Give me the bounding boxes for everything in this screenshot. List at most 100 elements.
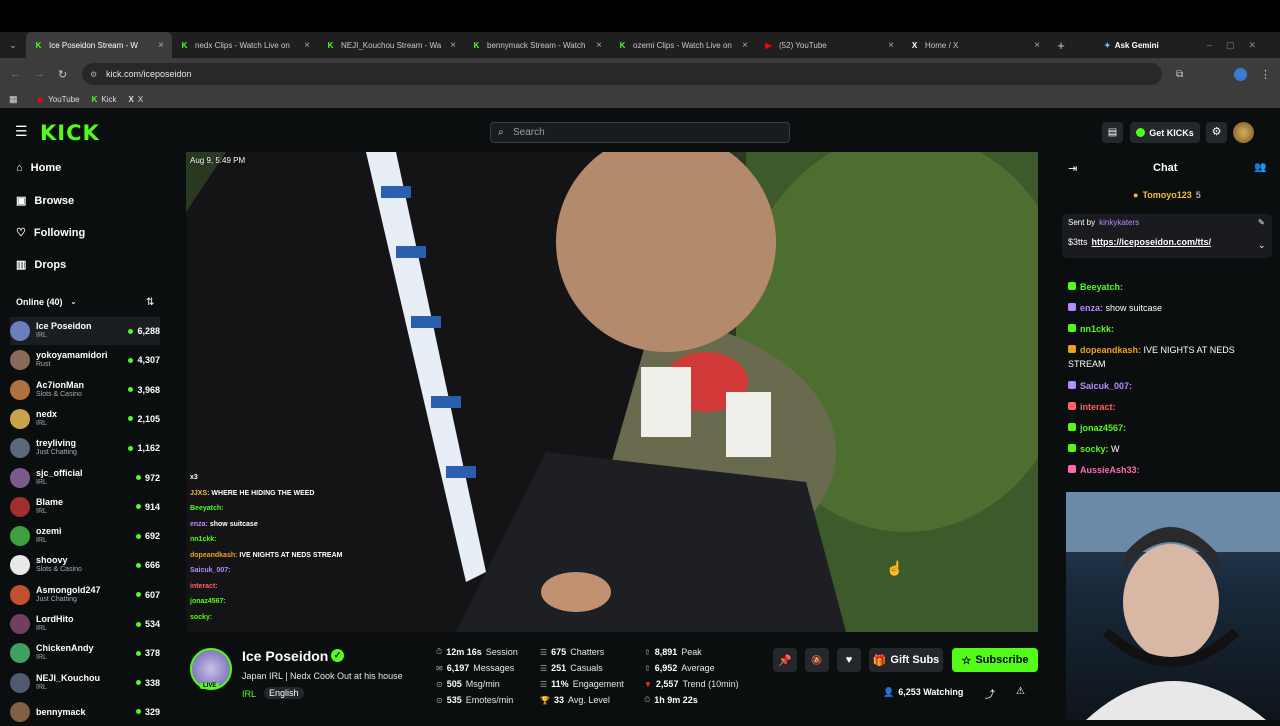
chat-username[interactable]: AussieAsh33: [1080, 465, 1140, 475]
chat-username[interactable]: enza: [1080, 303, 1103, 313]
channel-avatar [10, 643, 30, 664]
tab-close-icon[interactable]: × [158, 40, 164, 51]
followed-channel[interactable]: sjc_official IRL 972 [10, 464, 160, 492]
chat-users-icon[interactable]: 👥 [1254, 162, 1266, 173]
chat-message[interactable]: AussieAsh33: [1068, 463, 1273, 477]
chat-username[interactable]: Saicuk_007: [1080, 381, 1132, 391]
menu-icon[interactable]: ⋮ [1260, 68, 1271, 81]
tab-list-chevron-icon[interactable]: ⌄ [0, 40, 26, 51]
mute-notifications-button[interactable]: 🔕 [805, 648, 829, 672]
browser-tab[interactable]: Kbennymack Stream - Watch × [464, 32, 610, 58]
back-icon[interactable]: ← [10, 68, 21, 80]
chat-username[interactable]: nn1ckk: [1080, 324, 1114, 334]
chat-username[interactable]: dopeandkash: [1080, 345, 1141, 355]
tab-close-icon[interactable]: × [450, 40, 456, 51]
hamburger-menu-icon[interactable]: ☰ [15, 123, 28, 140]
sidebar-nav-following[interactable]: ♡ Following [16, 226, 85, 240]
gemini-button[interactable]: ✦ Ask Gemini [1104, 41, 1159, 50]
browser-tab[interactable]: Knedx Clips - Watch Live on × [172, 32, 318, 58]
pin-button[interactable]: 📌 [773, 648, 797, 672]
stream-stat: ⇧ 6,952 Average [644, 663, 715, 673]
tab-close-icon[interactable]: × [1034, 40, 1040, 51]
browser-tab[interactable]: ▶ (52) YouTube × [756, 32, 902, 58]
search-input[interactable]: ⌕ Search [490, 122, 790, 143]
bookmark-kick[interactable]: K Kick [92, 95, 117, 104]
followed-channel[interactable]: bennymack 329 [10, 698, 160, 726]
share-icon[interactable]: ⤴ [985, 686, 995, 701]
gift-subs-button[interactable]: 🎁 Gift Subs [869, 648, 943, 672]
extensions-icon[interactable]: ⧉ [1176, 69, 1183, 80]
url-field[interactable]: ⚙ kick.com/iceposeidon [82, 63, 1162, 85]
tab-close-icon[interactable]: × [304, 40, 310, 51]
kick-logo[interactable]: KICK [40, 121, 100, 145]
new-tab-button[interactable]: + [1048, 38, 1074, 53]
tab-close-icon[interactable]: × [742, 40, 748, 51]
followed-channel[interactable]: yokoyamamidori Rust 4,307 [10, 346, 160, 374]
browser-tab[interactable]: Kozemi Clips - Watch Live on × [610, 32, 756, 58]
chat-message[interactable]: enza: show suitcase [1068, 301, 1273, 315]
tts-link[interactable]: https://iceposeidon.com/tts/ [1092, 237, 1212, 247]
followed-channel[interactable]: Ac7ionMan Slots & Casino 3,968 [10, 376, 160, 404]
get-kicks-button[interactable]: Get KICKs [1130, 122, 1200, 143]
viewer-count-text: 2,105 [137, 413, 160, 424]
sidebar-nav-browse[interactable]: ▣ Browse [16, 194, 74, 208]
report-icon[interactable]: ⚠ [1016, 686, 1025, 697]
subscribe-button[interactable]: ☆ Subscribe [952, 648, 1038, 672]
stat-label: Messages [473, 663, 515, 673]
followed-channel[interactable]: ChickenAndy IRL 378 [10, 639, 160, 667]
chat-message[interactable]: jonaz4567: [1068, 421, 1273, 435]
user-avatar[interactable] [1233, 122, 1254, 143]
apps-grid-icon[interactable]: ▦ [9, 94, 18, 105]
tab-close-icon[interactable]: × [888, 40, 894, 51]
profile-avatar[interactable] [1234, 67, 1247, 81]
chat-username[interactable]: interact: [1080, 402, 1116, 412]
unpin-icon[interactable]: ✎ [1258, 218, 1265, 227]
followed-channel[interactable]: Blame IRL 914 [10, 493, 160, 521]
followed-channel[interactable]: Ice Poseidon IRL 6,288 [10, 317, 160, 345]
chat-message[interactable]: socky: W [1068, 442, 1273, 456]
pinned-message[interactable]: Sent by kinkykaters ✎ ⌄ $3tts https://icep… [1062, 214, 1272, 258]
overlay-chat-user: Beeyatch: [190, 505, 224, 512]
followed-channel[interactable]: Asmongold247 Just Chatting 607 [10, 581, 160, 609]
video-player[interactable]: Aug 9, 5:49 PM x3 JJXS: WHERE HE HIDING T… [186, 152, 1038, 632]
layout-toggle-icon[interactable]: ▤ [1102, 122, 1123, 143]
chat-username[interactable]: Beeyatch: [1080, 282, 1123, 292]
chat-username[interactable]: socky: [1080, 444, 1109, 454]
stat-value: 251 [551, 663, 567, 673]
followed-channel[interactable]: shoovy Slots & Casino 666 [10, 551, 160, 579]
followed-channel[interactable]: LordHito IRL 534 [10, 610, 160, 638]
window-controls[interactable]: –▢✕ [1207, 40, 1270, 51]
followed-channel[interactable]: NEJI_Kouchou IRL 338 [10, 669, 160, 697]
bookmark-x[interactable]: XX [129, 95, 144, 104]
stat-icon: ⇧ [644, 663, 651, 673]
chat-message[interactable]: nn1ckk: [1068, 322, 1273, 336]
language-tag[interactable]: English [264, 687, 304, 699]
follow-heart-button[interactable]: ♥ [837, 648, 861, 672]
followed-channel[interactable]: nedx IRL 2,105 [10, 405, 160, 433]
chat-message[interactable]: dopeandkash: IVE NIGHTS AT NEDS STREAM [1068, 343, 1273, 371]
streamer-name[interactable]: Ice Poseidon [242, 648, 328, 664]
sort-icon[interactable]: ⇅ [146, 297, 154, 308]
browser-tab[interactable]: K Ice Poseidon Stream - W × [26, 32, 172, 58]
tab-close-icon[interactable]: × [596, 40, 602, 51]
forward-icon[interactable]: → [34, 68, 45, 80]
online-filter[interactable]: Online (40) ⌄ [16, 297, 76, 307]
browser-tab[interactable]: X Home / X × [902, 32, 1048, 58]
sidebar-nav-home[interactable]: ⌂ Home [16, 162, 61, 174]
chat-username[interactable]: jonaz4567: [1080, 423, 1126, 433]
category-link[interactable]: IRL [242, 689, 256, 699]
chat-message[interactable]: interact: [1068, 400, 1273, 414]
followed-channel[interactable]: ozemi IRL 692 [10, 522, 160, 550]
kick-icon: K [91, 94, 98, 104]
reload-icon[interactable]: ↻ [58, 68, 67, 81]
chat-message[interactable]: Beeyatch: [1068, 280, 1273, 294]
chat-message[interactable]: Saicuk_007: [1068, 379, 1273, 393]
browser-tab[interactable]: K NEJI_Kouchou Stream - Wa × [318, 32, 464, 58]
collapse-chat-icon[interactable]: ⇥ [1068, 162, 1077, 175]
followed-channel[interactable]: treyliving Just Chatting 1,162 [10, 434, 160, 462]
settings-gear-icon[interactable]: ⚙ [1206, 122, 1227, 143]
bookmark-youtube[interactable]: ▶ YouTube [38, 95, 80, 104]
site-info-icon[interactable]: ⚙ [90, 70, 97, 79]
expand-chevron-icon[interactable]: ⌄ [1258, 240, 1266, 251]
sidebar-nav-drops[interactable]: ▥ Drops [16, 258, 66, 272]
